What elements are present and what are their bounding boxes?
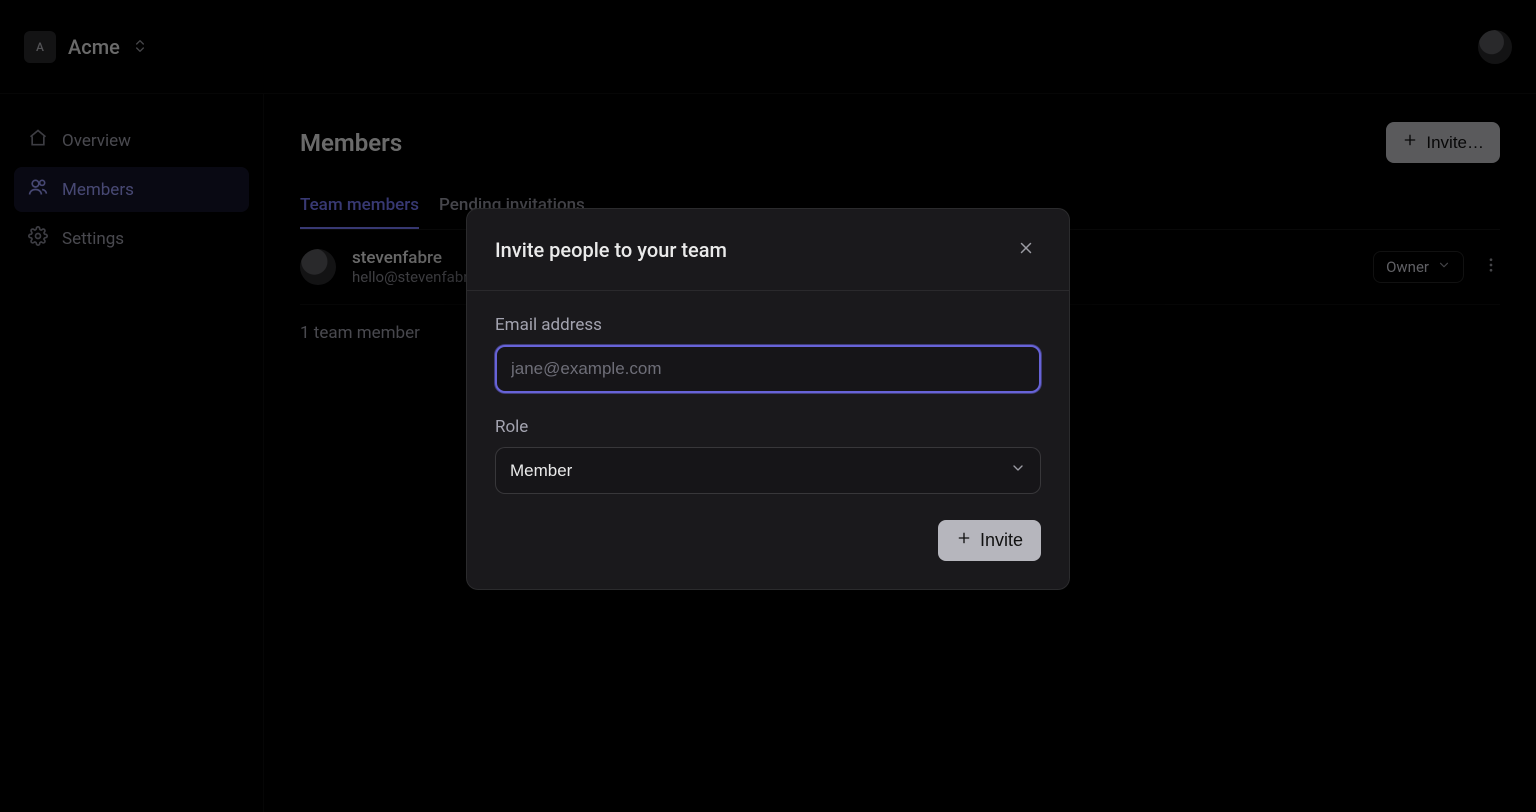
- role-select-value: Member: [510, 461, 572, 481]
- chevron-down-icon: [1010, 460, 1026, 481]
- close-icon: [1017, 245, 1035, 260]
- modal-footer: Invite: [495, 494, 1041, 561]
- role-select[interactable]: Member: [495, 447, 1041, 494]
- modal-title: Invite people to your team: [495, 238, 727, 262]
- invite-modal: Invite people to your team Email address…: [466, 208, 1070, 590]
- email-input[interactable]: [495, 345, 1041, 393]
- modal-overlay[interactable]: Invite people to your team Email address…: [0, 0, 1536, 812]
- email-label: Email address: [495, 315, 1041, 335]
- close-button[interactable]: [1011, 233, 1041, 266]
- plus-icon: [956, 530, 972, 551]
- invite-submit-button[interactable]: Invite: [938, 520, 1041, 561]
- role-label: Role: [495, 417, 1041, 437]
- invite-submit-label: Invite: [980, 530, 1023, 551]
- modal-body: Email address Role Member Invite: [467, 291, 1069, 589]
- modal-header: Invite people to your team: [467, 209, 1069, 291]
